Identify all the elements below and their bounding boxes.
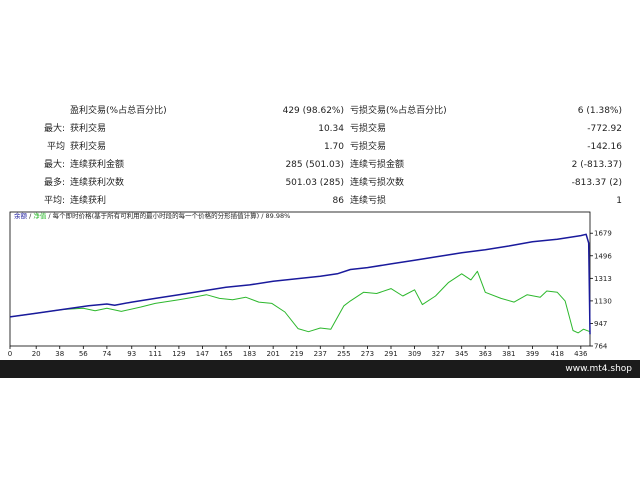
stats-label-profit: 盈利交易(%占总百分比) (70, 106, 167, 116)
stats-prefix: 最多: (43, 178, 65, 188)
x-tick-label: 93 (127, 350, 136, 358)
stats-value-profit: 501.03 (285) (285, 178, 344, 188)
series-equity-line (9, 270, 591, 334)
y-tick-label: 1313 (594, 275, 612, 283)
x-tick-label: 74 (102, 350, 111, 358)
y-tick-label: 1679 (594, 230, 612, 238)
stats-label-loss: 连续亏损金额 (350, 160, 405, 170)
x-tick-label: 327 (431, 350, 444, 358)
chart-axes: 1679 1496 1313 1130 947 764 0 20 38 56 74 93 111 129 1… (8, 211, 612, 358)
chart-series (9, 233, 591, 335)
stats-value-profit: 1.70 (323, 142, 344, 152)
x-tick-label: 219 (290, 350, 303, 358)
x-tick-label: 201 (266, 350, 279, 358)
y-tick-label: 1496 (594, 252, 612, 260)
stats-label-profit: 获利交易 (70, 142, 107, 152)
x-tick-label: 38 (55, 350, 64, 358)
x-tick-label: 20 (32, 350, 41, 358)
stats-row: 最大: 连续获利金额 285 (501.03) 连续亏损金额 2 (-813.37) (0, 156, 640, 174)
stats-prefix: 平均 (46, 142, 65, 152)
x-tick-label: 436 (574, 350, 588, 358)
stats-value-profit: 10.34 (318, 124, 344, 134)
stats-label-loss: 亏损交易(%占总百分比) (350, 106, 447, 116)
x-tick-label: 111 (149, 350, 162, 358)
stats-row: 平均 获利交易 1.70 亏损交易 -142.16 (0, 138, 640, 156)
x-tick-label: 291 (384, 350, 397, 358)
x-tick-label: 399 (526, 350, 539, 358)
x-tick-label: 363 (479, 350, 492, 358)
stats-value-loss: -772.92 (587, 124, 622, 134)
x-tick-label: 165 (219, 350, 232, 358)
x-tick-label: 273 (361, 350, 374, 358)
stats-value-profit: 429 (98.62%) (282, 106, 344, 116)
stats-row: 最大: 获利交易 10.34 亏损交易 -772.92 (0, 120, 640, 138)
stats-prefix: 最大: (43, 160, 65, 170)
stats-prefix: 最大: (43, 124, 65, 134)
x-tick-label: 381 (502, 350, 515, 358)
stats-row: 盈利交易(%占总百分比) 429 (98.62%) 亏损交易(%占总百分比) 6 (1… (0, 102, 640, 120)
stats-label-loss: 亏损交易 (350, 142, 387, 152)
x-tick-label: 255 (337, 350, 350, 358)
x-tick-label: 345 (455, 350, 468, 358)
footer-site: www.mt4.shop (565, 364, 632, 374)
stats-value-loss: -142.16 (587, 142, 622, 152)
stats-value-loss: 2 (-813.37) (571, 160, 622, 170)
stats-label-loss: 连续亏损次数 (350, 178, 405, 188)
stats-value-loss: -813.37 (2) (571, 178, 622, 188)
y-tick-label: 764 (594, 343, 608, 351)
chart-svg: 余额 / 净值 / 每个即时价格(基于所有可利用的最小时段的每一个价格的分形插值… (8, 211, 613, 358)
x-tick-label: 56 (79, 350, 88, 358)
y-tick-label: 1130 (594, 297, 612, 305)
stats-value-loss: 6 (1.38%) (577, 106, 622, 116)
x-tick-label: 0 (8, 350, 12, 358)
stats-row: 最多: 连续获利次数 501.03 (285) 连续亏损次数 -813.37 (2) (0, 174, 640, 192)
x-tick-label: 147 (196, 350, 209, 358)
stats-label-profit: 连续获利金额 (70, 160, 125, 170)
footer-bar: www.mt4.shop (0, 360, 640, 378)
x-tick-label: 129 (172, 350, 185, 358)
x-tick-label: 309 (408, 350, 421, 358)
x-tick-label: 237 (314, 350, 327, 358)
balance-chart: 余额 / 净值 / 每个即时价格(基于所有可利用的最小时段的每一个价格的分形插值… (0, 208, 640, 360)
stats-label-loss: 亏损交易 (350, 124, 387, 134)
x-tick-label: 418 (551, 350, 564, 358)
stats-label-profit: 连续获利次数 (70, 178, 125, 188)
stats-value-profit: 285 (501.03) (285, 160, 344, 170)
stats-label-profit: 获利交易 (70, 124, 107, 134)
series-balance-line (9, 233, 591, 335)
trade-statistics: 盈利交易(%占总百分比) 429 (98.62%) 亏损交易(%占总百分比) 6 (1… (0, 102, 640, 210)
x-tick-label: 183 (243, 350, 256, 358)
y-tick-label: 947 (594, 320, 607, 328)
